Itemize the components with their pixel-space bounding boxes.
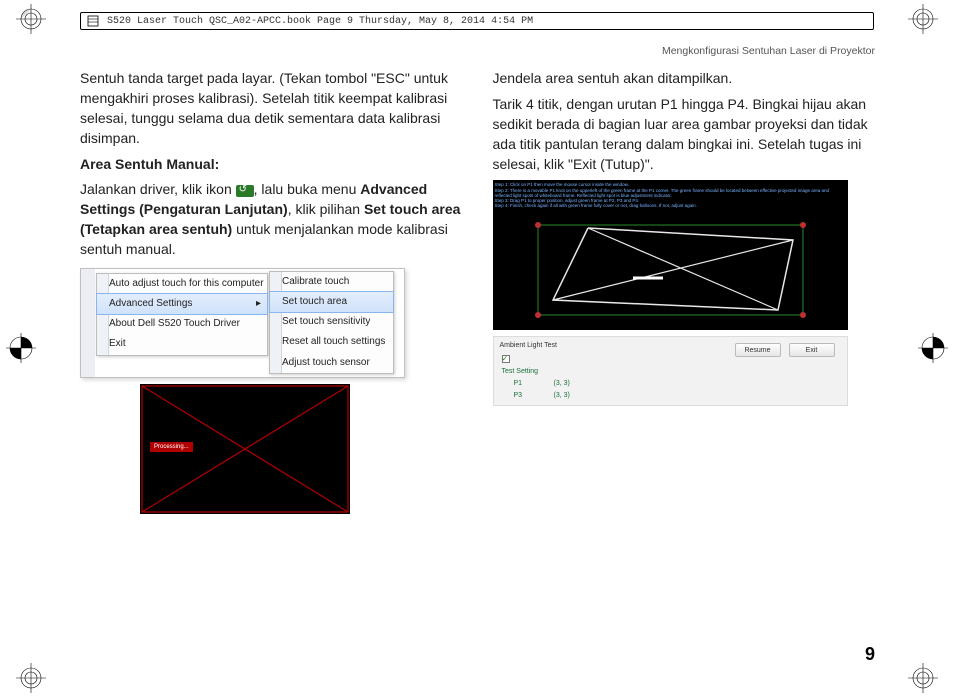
exit-button[interactable]: Exit bbox=[789, 343, 835, 357]
panel-p3: P3 bbox=[514, 391, 523, 401]
running-header: Mengkonfigurasi Sentuhan Laser di Proyek… bbox=[80, 45, 875, 57]
ambient-panel-screenshot: Ambient Light Test Test Setting P1 (3, 3… bbox=[493, 336, 848, 406]
reg-mark-br bbox=[908, 663, 938, 693]
resume-button[interactable]: Resume bbox=[735, 343, 781, 357]
submenu-item[interactable]: Adjust touch sensor bbox=[270, 353, 393, 373]
left-heading-manual: Area Sentuh Manual: bbox=[80, 155, 463, 175]
submenu-item-selected[interactable]: Set touch area bbox=[269, 291, 394, 313]
submenu-item[interactable]: Set touch sensitivity bbox=[270, 312, 393, 332]
context-menu-screenshot: Auto adjust touch for this computer Adva… bbox=[80, 268, 405, 378]
book-icon bbox=[87, 14, 101, 28]
menu-item[interactable]: Auto adjust touch for this computer bbox=[97, 274, 267, 294]
column-left: Sentuh tanda target pada layar. (Tekan t… bbox=[80, 69, 463, 514]
panel-c2: (3, 3) bbox=[554, 391, 570, 401]
reg-mark-mr bbox=[918, 333, 948, 363]
panel-section-label: Test Setting bbox=[502, 367, 539, 377]
menu-left: Auto adjust touch for this computer Adva… bbox=[96, 273, 268, 356]
tray-icon bbox=[236, 185, 254, 197]
calibration-screenshot: Processing... bbox=[140, 384, 350, 514]
header-text: S520 Laser Touch QSC_A02-APCC.book Page … bbox=[107, 16, 533, 27]
page-number: 9 bbox=[865, 644, 875, 665]
touch-area-screenshot: Step 1: Click on P1 then move the mouse … bbox=[493, 180, 848, 330]
panel-p1: P1 bbox=[514, 379, 523, 389]
framemaker-header: S520 Laser Touch QSC_A02-APCC.book Page … bbox=[80, 12, 874, 30]
reg-mark-ml bbox=[6, 333, 36, 363]
submenu-item[interactable]: Reset all touch settings bbox=[270, 332, 393, 352]
column-right: Jendela area sentuh akan ditampilkan. Ta… bbox=[493, 69, 876, 514]
reg-mark-bl bbox=[16, 663, 46, 693]
panel-c1: (3, 3) bbox=[554, 379, 570, 389]
menu-item[interactable]: About Dell S520 Touch Driver bbox=[97, 314, 267, 334]
menu-item-selected[interactable]: Advanced Settings▸ bbox=[96, 293, 268, 315]
left-paragraph-2: Jalankan driver, klik ikon , lalu buka m… bbox=[80, 180, 463, 260]
submenu-item[interactable]: Calibrate touch bbox=[270, 272, 393, 292]
processing-badge: Processing... bbox=[150, 442, 193, 453]
reg-mark-tr bbox=[908, 4, 938, 34]
submenu-arrow-icon: ▸ bbox=[256, 297, 261, 311]
submenu-right: Calibrate touch Set touch area Set touch… bbox=[269, 271, 394, 374]
right-paragraph-2: Tarik 4 titik, dengan urutan P1 hingga P… bbox=[493, 95, 876, 175]
panel-title: Ambient Light Test bbox=[500, 341, 557, 351]
menu-item[interactable]: Exit bbox=[97, 334, 267, 354]
panel-checkbox[interactable] bbox=[502, 355, 510, 363]
reg-mark-tl bbox=[16, 4, 46, 34]
right-paragraph-1: Jendela area sentuh akan ditampilkan. bbox=[493, 69, 876, 89]
touch-area-diagram-icon bbox=[493, 180, 848, 330]
left-paragraph-1: Sentuh tanda target pada layar. (Tekan t… bbox=[80, 69, 463, 149]
